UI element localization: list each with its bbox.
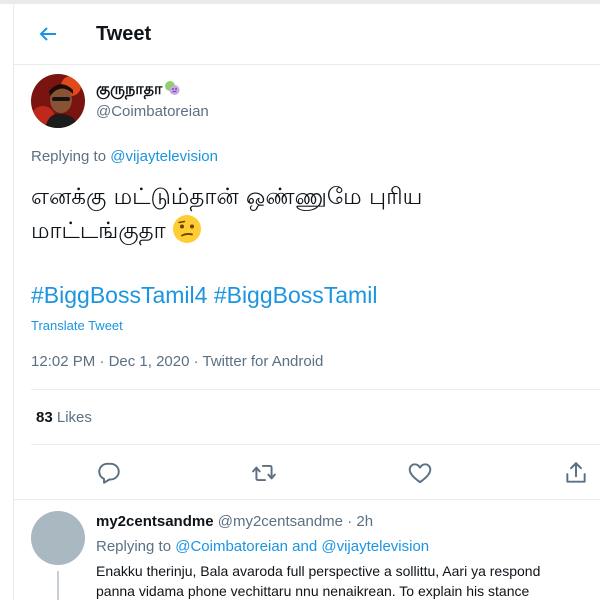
tweet-meta: 12:02 PM · Dec 1, 2020 · Twitter for And… <box>31 353 323 370</box>
reply-replying-to: Replying to @Coimbatoreian and @vijaytel… <box>96 538 429 555</box>
reply-author-handle[interactable]: @my2centsandme <box>218 513 343 530</box>
likes-count: 83 <box>36 409 53 426</box>
hashtag-list: #BiggBossTamil4 #BiggBossTamil <box>31 282 377 309</box>
reply-text-line-2: panna vidama phone vechittaru nnu nenaik… <box>96 583 530 599</box>
comment-icon[interactable] <box>96 460 122 486</box>
divider <box>14 499 600 500</box>
column-left-border <box>13 0 14 600</box>
author-name[interactable]: குருநாதா <box>96 79 180 100</box>
replying-handle-link[interactable]: @vijaytelevision <box>321 538 429 555</box>
page-title: Tweet <box>96 23 152 45</box>
replying-to: Replying to @vijaytelevision <box>31 148 218 165</box>
theater-masks-icon <box>165 81 180 95</box>
divider <box>31 389 600 390</box>
translate-tweet-link[interactable]: Translate Tweet <box>31 318 123 333</box>
tweet-source[interactable]: Twitter for Android <box>203 353 324 370</box>
reply-age[interactable]: · 2h <box>347 513 373 530</box>
share-icon[interactable] <box>563 460 589 486</box>
likes-label: Likes <box>56 409 92 426</box>
author-handle[interactable]: @Coimbatoreian <box>96 103 209 120</box>
replying-and: and <box>292 538 318 555</box>
hashtag-link[interactable]: #BiggBossTamil <box>214 282 378 308</box>
likes-stat[interactable]: 83 Likes <box>36 409 92 426</box>
author-name-text: குருநாதா <box>96 79 163 98</box>
tweet-time[interactable]: 12:02 PM <box>31 353 95 370</box>
tweet-date[interactable]: Dec 1, 2020 <box>109 353 190 370</box>
reply-avatar[interactable] <box>31 511 85 565</box>
meta-separator: · <box>189 353 203 370</box>
replying-handle-link[interactable]: @Coimbatoreian <box>175 538 288 555</box>
reply-header: my2centsandme @my2centsandme · 2h <box>96 513 373 530</box>
tweet-text: எனக்கு மட்டும்தான் ஒண்ணுமே புரிய மாட்டங்… <box>31 180 571 248</box>
page-header: Tweet <box>14 4 600 65</box>
confused-face-icon <box>172 215 201 243</box>
replying-prefix: Replying to <box>31 148 107 165</box>
tweet-text-line-2-text: மாட்டங்குதா <box>31 218 166 244</box>
thread-line <box>57 571 59 600</box>
replying-handle-link[interactable]: @vijaytelevision <box>110 148 218 165</box>
reply-author-name[interactable]: my2centsandme <box>96 513 214 530</box>
retweet-icon[interactable] <box>251 460 277 486</box>
reply-text: Enakku therinju, Bala avaroda full persp… <box>96 561 600 600</box>
tweet-text-line-2: மாட்டங்குதா <box>31 214 571 248</box>
replying-prefix: Replying to <box>96 538 172 555</box>
arrow-left-icon[interactable] <box>36 22 60 46</box>
tweet-text-line-1: எனக்கு மட்டும்தான் ஒண்ணுமே புரிய <box>31 184 423 210</box>
divider <box>31 444 600 445</box>
avatar[interactable] <box>31 74 85 128</box>
heart-icon[interactable] <box>407 460 433 486</box>
meta-separator: · <box>95 353 109 370</box>
hashtag-link[interactable]: #BiggBossTamil4 <box>31 282 207 308</box>
reply-text-line-1: Enakku therinju, Bala avaroda full persp… <box>96 563 541 579</box>
